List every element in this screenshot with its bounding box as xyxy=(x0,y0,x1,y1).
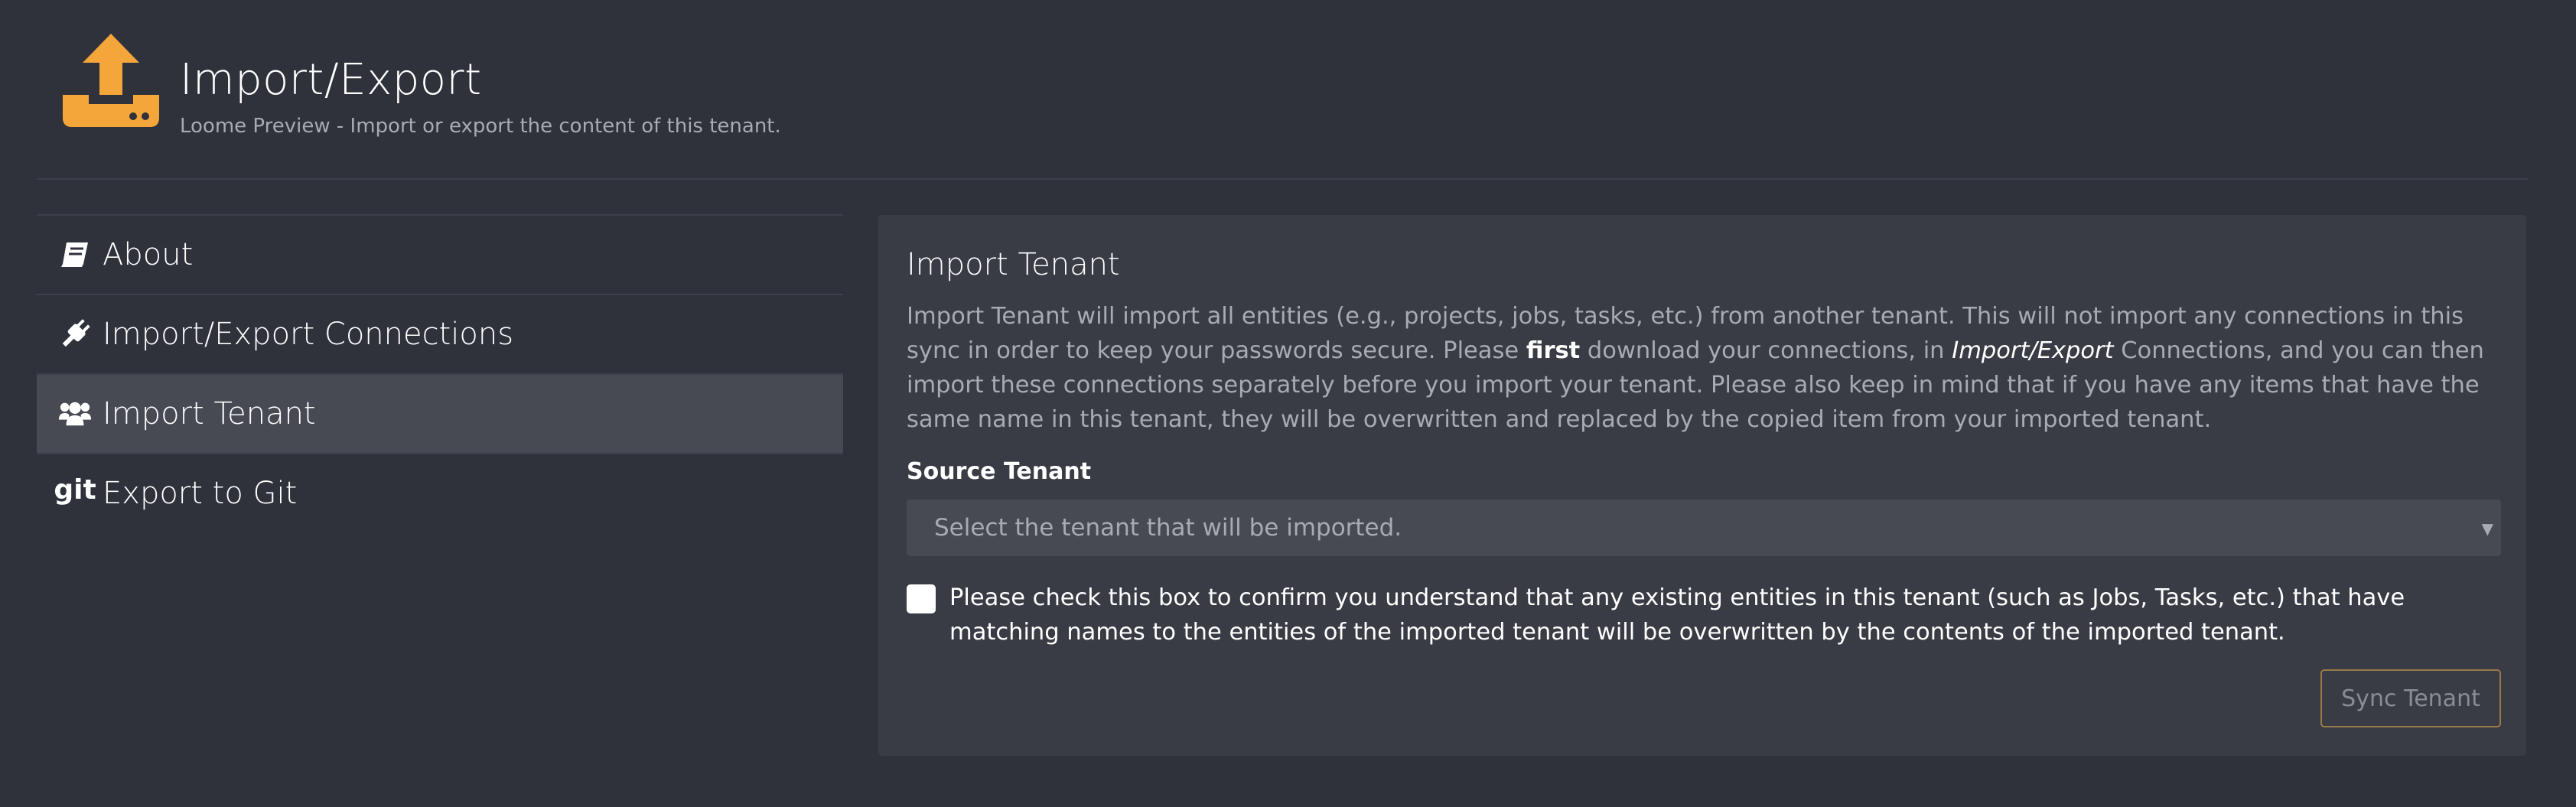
description-bold: first xyxy=(1526,337,1581,364)
source-tenant-label: Source Tenant xyxy=(907,458,1092,485)
panel-description: Import Tenant will import all entities (… xyxy=(907,299,2506,437)
git-icon: git xyxy=(54,477,96,509)
confirm-overwrite-label: Please check this box to confirm you und… xyxy=(949,584,2405,646)
page-header: Import/Export Loome Preview - Import or … xyxy=(37,0,2528,180)
sidebar-item-label: Export to Git xyxy=(103,476,298,511)
sidebar-item-about[interactable]: About xyxy=(37,216,843,295)
plug-icon xyxy=(58,319,92,350)
users-icon xyxy=(58,399,92,429)
upload-tray-icon xyxy=(63,34,159,127)
page-title: Import/Export xyxy=(180,55,482,105)
book-icon xyxy=(58,239,92,270)
sidebar-item-export-to-git[interactable]: git Export to Git xyxy=(37,454,843,532)
source-tenant-select[interactable]: Select the tenant that will be imported.… xyxy=(907,499,2501,556)
sidebar-item-import-tenant[interactable]: Import Tenant xyxy=(37,375,843,454)
sync-tenant-button[interactable]: Sync Tenant xyxy=(2320,669,2501,727)
sidebar-item-import-export-connections[interactable]: Import/Export Connections xyxy=(37,295,843,375)
source-tenant-placeholder: Select the tenant that will be imported. xyxy=(934,514,1402,542)
page-subtitle: Loome Preview - Import or export the con… xyxy=(180,115,781,138)
description-text: download your connections, in xyxy=(1580,337,1952,364)
sidebar-item-label: About xyxy=(103,237,194,272)
confirm-overwrite-checkbox[interactable] xyxy=(907,584,936,613)
git-glyph: git xyxy=(54,474,96,506)
sidebar-item-label: Import Tenant xyxy=(103,396,316,431)
description-italic: Import/Export xyxy=(1952,337,2114,364)
caret-down-icon: ▼ xyxy=(2481,519,2493,538)
sidebar-nav: About Import/Export Connections Import T… xyxy=(37,214,843,532)
sidebar-item-label: Import/Export Connections xyxy=(103,317,514,352)
import-tenant-panel: Import Tenant Import Tenant will import … xyxy=(878,215,2526,756)
panel-title: Import Tenant xyxy=(907,247,1120,282)
